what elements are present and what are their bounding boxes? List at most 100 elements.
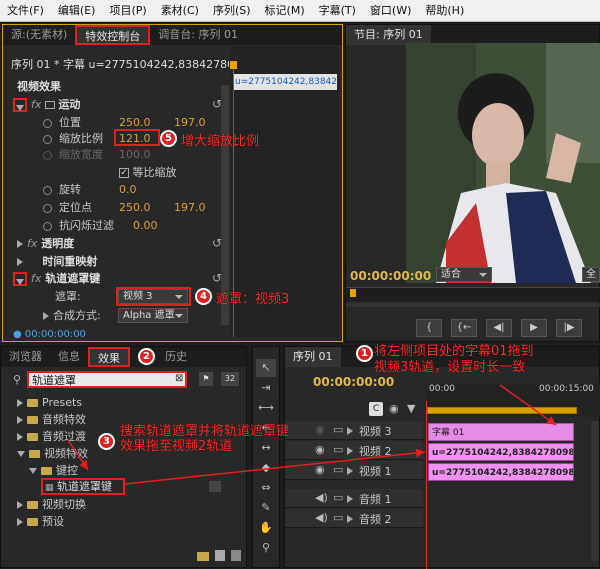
eye-icon[interactable]: ◉ xyxy=(315,443,325,456)
stopwatch-icon[interactable] xyxy=(43,118,52,128)
playhead-marker[interactable] xyxy=(230,61,237,69)
mark-in-button[interactable]: { xyxy=(416,319,442,337)
image-clip-video-1[interactable]: u=2775104242,8384278098&fm=26 xyxy=(428,463,574,481)
effects-search-input[interactable]: 轨道遮罩 xyxy=(27,371,187,388)
tab-history[interactable]: 历史 xyxy=(157,347,195,367)
tab-source[interactable]: 源:(无素材) xyxy=(3,25,75,45)
new-item-icon[interactable] xyxy=(215,550,225,561)
tree-keying[interactable]: 键控 xyxy=(29,463,78,479)
menu-clip[interactable]: 素材(C) xyxy=(154,0,206,22)
motion-expand-icon[interactable] xyxy=(13,98,27,112)
pen-tool-icon[interactable]: ✎ xyxy=(256,499,276,517)
image-clip-video-2[interactable]: u=2775104242,8384278098&fm=26 xyxy=(428,443,574,461)
accelerated-effects-icon[interactable]: ⚑ xyxy=(199,372,213,386)
expand-icon[interactable] xyxy=(347,447,353,455)
uniform-scale-row[interactable]: ✓ 等比缩放 xyxy=(119,165,177,181)
work-area-bar[interactable] xyxy=(427,407,577,414)
clear-search-icon[interactable]: ⊠ xyxy=(175,373,183,384)
anchor-y[interactable]: 197.0 xyxy=(174,201,206,214)
lock-icon[interactable]: ▭ xyxy=(333,463,343,476)
lock-icon[interactable]: ▭ xyxy=(333,491,343,504)
time-remap-row[interactable]: 时间重映射 xyxy=(17,254,97,270)
stopwatch-icon[interactable] xyxy=(43,203,52,213)
step-forward-button[interactable]: |▶ xyxy=(556,319,582,337)
expand-icon[interactable] xyxy=(347,427,353,435)
menu-title[interactable]: 字幕(T) xyxy=(312,0,363,22)
track-audio-2[interactable]: ◀) ▭ 音频 2 xyxy=(285,509,423,528)
tree-video-transitions[interactable]: 视频切换 xyxy=(17,497,86,513)
tab-effects[interactable]: 效果 xyxy=(88,347,130,367)
track-video-2[interactable]: ◉ ▭ 视频 2 xyxy=(285,441,423,460)
track-matte-effect-item[interactable]: ▦ 轨道遮罩键 xyxy=(41,478,125,495)
tree-presets[interactable]: Presets xyxy=(17,395,82,411)
lock-icon[interactable]: ▭ xyxy=(333,443,343,456)
menu-sequence[interactable]: 序列(S) xyxy=(206,0,258,22)
zoom-tool-icon[interactable]: ⚲ xyxy=(256,539,276,557)
menu-project[interactable]: 项目(P) xyxy=(102,0,153,22)
tree-presets-cn[interactable]: 预设 xyxy=(17,514,64,530)
expand-icon[interactable] xyxy=(347,467,353,475)
full-quality-button[interactable]: 全 xyxy=(582,267,600,282)
track-video-3[interactable]: ◉ ▭ 视频 3 xyxy=(285,421,423,440)
opacity-row[interactable]: fx 透明度 xyxy=(17,236,74,252)
eye-icon[interactable]: ◉ xyxy=(315,463,325,476)
32bit-effects-icon[interactable]: 32 xyxy=(221,372,239,386)
tree-audio-effects[interactable]: 音频特效 xyxy=(17,412,86,428)
stopwatch-icon[interactable] xyxy=(43,134,52,144)
delete-icon[interactable] xyxy=(231,550,241,561)
step-back-button[interactable]: ◀| xyxy=(486,319,512,337)
menu-window[interactable]: 窗口(W) xyxy=(363,0,418,22)
lock-icon[interactable]: ▭ xyxy=(333,423,343,436)
play-button[interactable]: ▶ xyxy=(521,319,547,337)
stopwatch-icon[interactable] xyxy=(43,185,52,195)
menu-edit[interactable]: 编辑(E) xyxy=(51,0,103,22)
ripple-edit-tool-icon[interactable]: ⟷ xyxy=(256,399,276,417)
slip-tool-icon[interactable]: ⇔ xyxy=(256,479,276,497)
composite-dropdown[interactable]: Alpha 遮罩 xyxy=(118,308,188,323)
tab-info[interactable]: 信息 xyxy=(50,347,88,367)
razor-tool-icon[interactable]: ◆ xyxy=(256,459,276,477)
tab-effect-controls[interactable]: 特效控制台 xyxy=(75,25,151,45)
marker-icon[interactable]: ◉ xyxy=(389,402,399,415)
tree-audio-transitions[interactable]: 音频过渡 xyxy=(17,429,86,445)
timeline-playhead[interactable] xyxy=(426,401,427,569)
expand-icon[interactable] xyxy=(347,495,353,503)
timeline-timecode[interactable]: 00:00:00:00 xyxy=(313,374,394,390)
stopwatch-icon[interactable] xyxy=(43,221,52,231)
menu-marker[interactable]: 标记(M) xyxy=(258,0,312,22)
new-bin-icon[interactable] xyxy=(197,552,209,561)
rotation-value[interactable]: 0.0 xyxy=(119,183,137,196)
tree-video-effects[interactable]: 视频特效 xyxy=(17,446,88,462)
position-y[interactable]: 197.0 xyxy=(174,116,206,129)
goto-in-button[interactable]: {← xyxy=(451,319,477,337)
motion-row[interactable]: fx 运动 xyxy=(31,97,80,113)
track-matte-row[interactable]: fx 轨道遮罩键 xyxy=(31,271,100,287)
program-playhead[interactable] xyxy=(350,289,356,297)
track-select-tool-icon[interactable]: ⇥ xyxy=(256,379,276,397)
hand-tool-icon[interactable]: ✋ xyxy=(256,519,276,537)
eye-icon[interactable]: ◉ xyxy=(315,423,325,436)
tab-program[interactable]: 节目: 序列 01 xyxy=(346,25,431,45)
menu-file[interactable]: 文件(F) xyxy=(0,0,51,22)
expand-icon[interactable] xyxy=(347,515,353,523)
tab-audio-mixer[interactable]: 调音台: 序列 01 xyxy=(150,25,246,45)
add-marker-icon[interactable]: ▼ xyxy=(407,402,415,415)
selection-tool-icon[interactable]: ↖ xyxy=(256,359,276,377)
zoom-dropdown[interactable]: 适合 xyxy=(436,267,492,282)
timeline-scrollbar[interactable] xyxy=(591,421,599,561)
effect-timecode[interactable]: ● 00:00:00:00 xyxy=(13,327,86,343)
time-ruler[interactable]: 00:00 00:00:15:00 xyxy=(425,383,600,417)
tab-sequence[interactable]: 序列 01 xyxy=(285,347,341,367)
title-clip[interactable]: 字幕 01 xyxy=(428,423,574,441)
uniform-scale-checkbox[interactable]: ✓ xyxy=(119,168,129,178)
menu-help[interactable]: 帮助(H) xyxy=(418,0,471,22)
track-matte-expand-icon[interactable] xyxy=(13,272,27,286)
track-video-1[interactable]: ◉ ▭ 视频 1 xyxy=(285,461,423,480)
tab-browser[interactable]: 浏览器 xyxy=(1,347,50,367)
anchor-x[interactable]: 250.0 xyxy=(119,200,174,216)
antiflicker-value[interactable]: 0.00 xyxy=(133,219,158,232)
track-audio-1[interactable]: ◀) ▭ 音频 1 xyxy=(285,489,423,508)
snap-icon[interactable]: C xyxy=(369,402,383,416)
speaker-icon[interactable]: ◀) xyxy=(315,511,328,524)
program-timecode[interactable]: 00:00:00:00 xyxy=(350,268,431,284)
